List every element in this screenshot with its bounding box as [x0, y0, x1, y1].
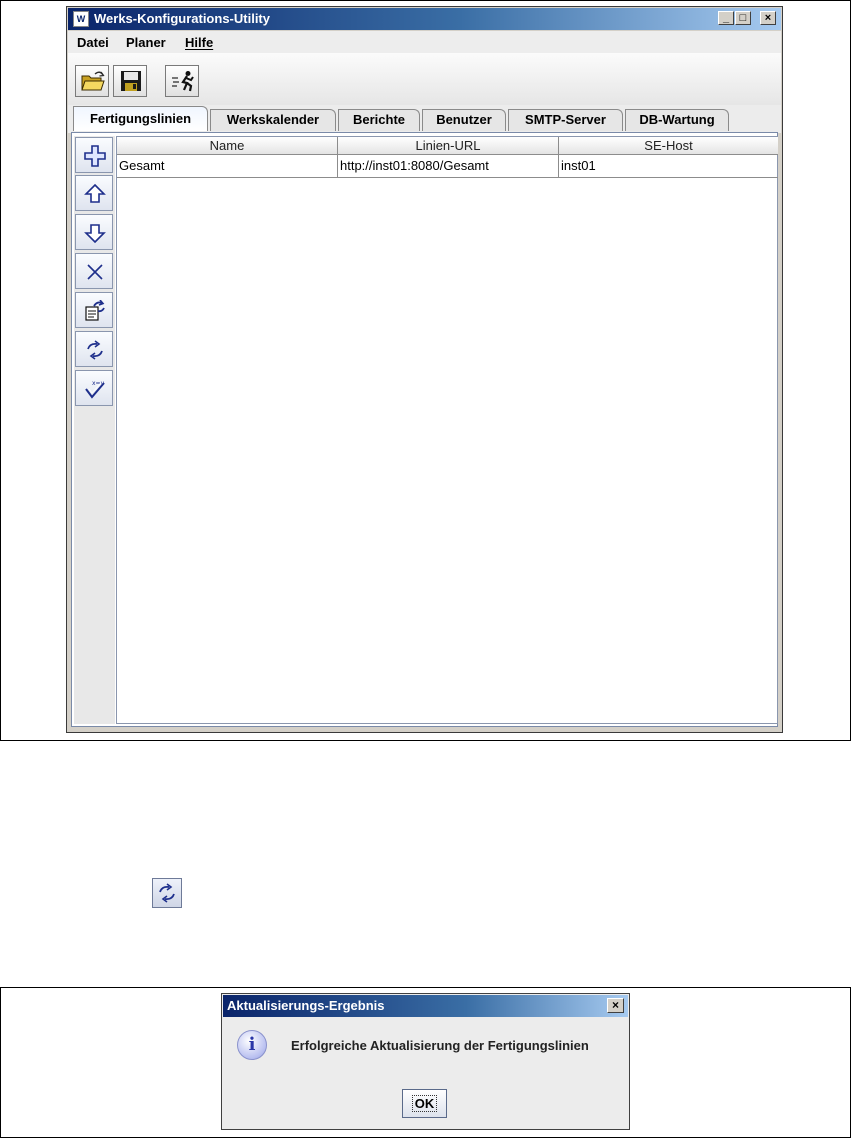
menu-datei[interactable]: Datei	[77, 35, 109, 50]
tab-db-wartung[interactable]: DB-Wartung	[625, 109, 729, 131]
dialog-title: Aktualisierungs-Ergebnis	[227, 998, 385, 1013]
app-icon: W	[73, 11, 89, 27]
check-button[interactable]: x=y	[75, 370, 113, 406]
add-button[interactable]	[75, 137, 113, 173]
delete-button[interactable]	[75, 253, 113, 289]
move-down-button[interactable]	[75, 214, 113, 250]
dialog-close-button[interactable]: ×	[607, 998, 624, 1013]
close-button[interactable]: ×	[760, 11, 776, 25]
tab-bar: Fertigungslinien Werkskalender Berichte …	[68, 105, 781, 133]
refresh-icon	[87, 340, 103, 360]
window-title: Werks-Konfigurations-Utility	[94, 11, 270, 26]
tab-smtp-server[interactable]: SMTP-Server	[508, 109, 623, 131]
check-icon: x=y	[85, 380, 105, 399]
edit-refresh-icon	[85, 300, 105, 321]
result-dialog: Aktualisierungs-Ergebnis × i Erfolgreich…	[221, 993, 630, 1130]
info-icon: i	[237, 1030, 267, 1060]
column-header-name[interactable]: Name	[117, 137, 338, 155]
toolbar	[68, 53, 781, 106]
open-folder-icon	[81, 71, 105, 91]
menu-hilfe[interactable]: Hilfe	[185, 35, 213, 50]
tab-werkskalender[interactable]: Werkskalender	[210, 109, 336, 131]
add-icon	[84, 145, 106, 167]
run-icon	[172, 71, 194, 92]
tab-fertigungslinien[interactable]: Fertigungslinien	[73, 106, 208, 131]
tab-berichte[interactable]: Berichte	[338, 109, 420, 131]
menu-planer[interactable]: Planer	[126, 35, 166, 50]
refresh-button[interactable]	[75, 331, 113, 367]
open-button[interactable]	[75, 65, 109, 97]
refresh-icon-illustration	[152, 878, 182, 908]
maximize-button[interactable]: □	[735, 11, 751, 25]
run-button[interactable]	[165, 65, 199, 97]
column-header-se-host[interactable]: SE-Host	[559, 137, 778, 155]
column-header-url[interactable]: Linien-URL	[338, 137, 559, 155]
edit-refresh-button[interactable]	[75, 292, 113, 328]
table-row-cell-se-host[interactable]: inst01	[559, 155, 778, 178]
main-window: W Werks-Konfigurations-Utility _ □ × Dat…	[66, 6, 783, 733]
tab-content-panel: x=y Name Linien-URL SE-Host Gesamt http:…	[71, 132, 778, 727]
save-disk-icon	[121, 71, 141, 91]
lines-table: Name Linien-URL SE-Host Gesamt http://in…	[116, 136, 778, 724]
refresh-icon	[159, 883, 175, 903]
ok-button[interactable]: OK	[402, 1089, 447, 1118]
move-down-icon	[84, 224, 106, 244]
move-up-button[interactable]	[75, 175, 113, 211]
move-up-icon	[84, 183, 106, 203]
ok-button-label: OK	[411, 1095, 438, 1112]
dialog-title-bar[interactable]: Aktualisierungs-Ergebnis ×	[223, 995, 628, 1017]
tab-benutzer[interactable]: Benutzer	[422, 109, 506, 131]
save-button[interactable]	[113, 65, 147, 97]
title-bar[interactable]: W Werks-Konfigurations-Utility _ □ ×	[68, 8, 781, 30]
minimize-button[interactable]: _	[718, 11, 734, 25]
side-button-column: x=y	[74, 136, 115, 724]
table-row-cell-name[interactable]: Gesamt	[117, 155, 338, 178]
delete-icon	[87, 264, 103, 280]
table-row-cell-url[interactable]: http://inst01:8080/Gesamt	[338, 155, 559, 178]
dialog-message: Erfolgreiche Aktualisierung der Fertigun…	[291, 1038, 589, 1053]
menu-bar: Datei Planer Hilfe	[68, 31, 781, 53]
